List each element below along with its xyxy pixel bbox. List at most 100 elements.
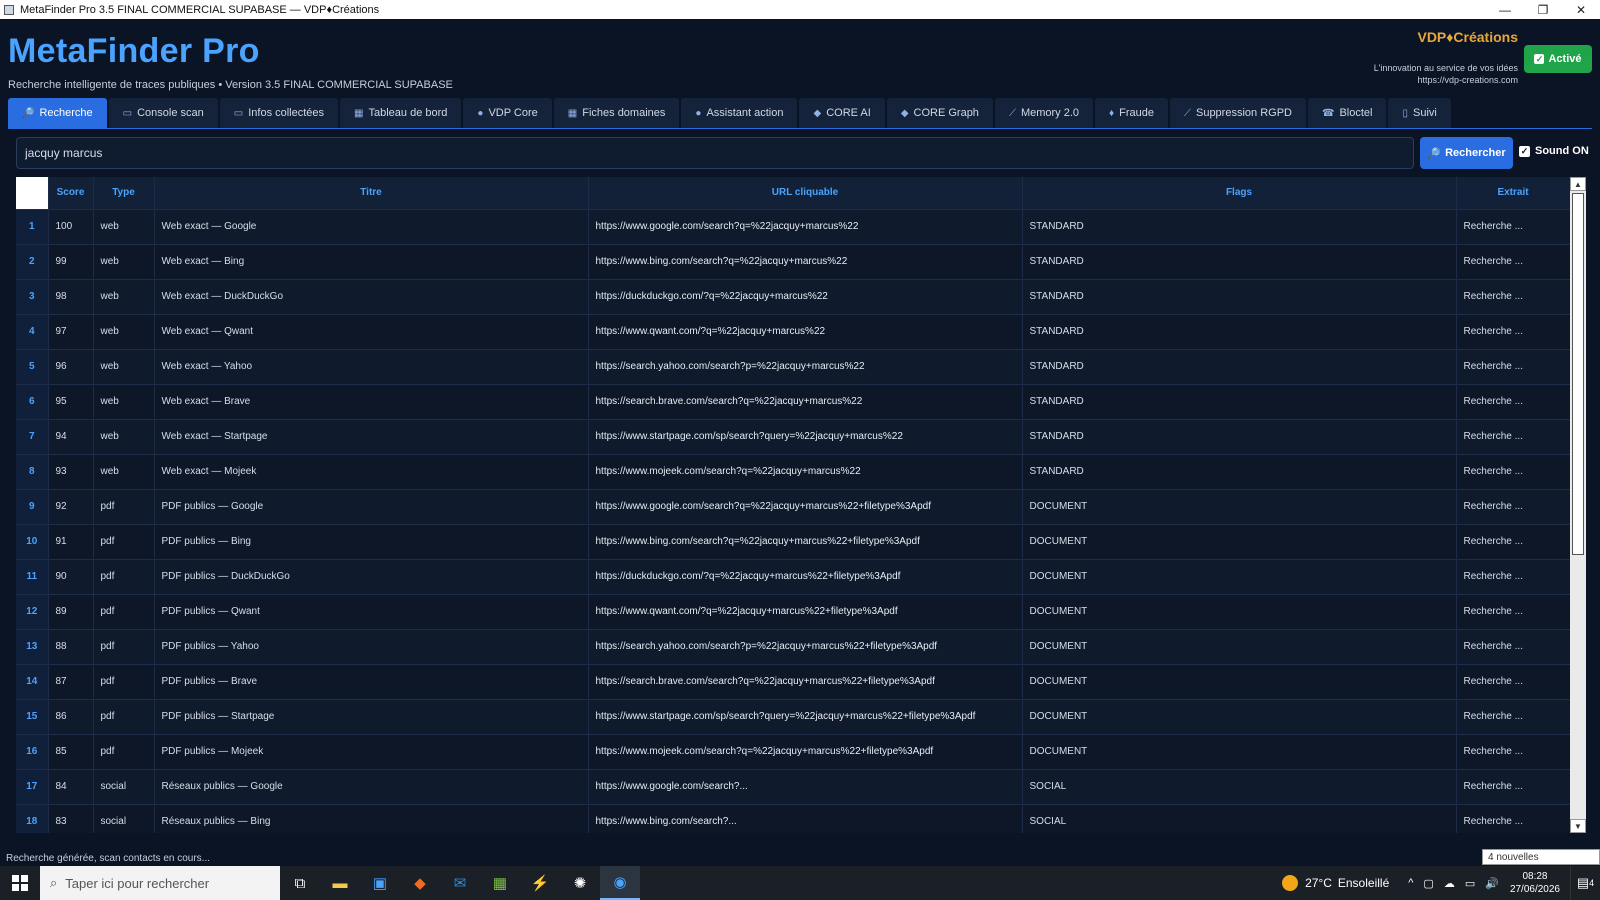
table-row[interactable]: 5 96 web Web exact — Yahoo https://search.ya… xyxy=(16,349,1571,384)
column-header-flags[interactable]: Flags xyxy=(1022,177,1457,209)
table-row[interactable]: 7 94 web Web exact — Startpage https://www.s… xyxy=(16,419,1571,454)
taskbar-clock[interactable]: 08:28 27/06/2026 xyxy=(1510,870,1560,896)
table-row[interactable]: 3 98 web Web exact — DuckDuckGo https://duck… xyxy=(16,279,1571,314)
cell-score: 89 xyxy=(48,594,94,629)
table-row[interactable]: 18 83 social Réseaux publics — Bing https://… xyxy=(16,804,1571,833)
scroll-up-arrow-icon[interactable]: ▲ xyxy=(1570,177,1586,191)
tab-core-graph[interactable]: ◆ CORE Graph xyxy=(886,98,993,128)
table-row[interactable]: 9 92 pdf PDF publics — Google https://www.go… xyxy=(16,489,1571,524)
notification-toast[interactable]: 4 nouvelles notifications xyxy=(1482,849,1600,879)
start-button[interactable] xyxy=(0,866,40,900)
active-status-badge[interactable]: ✓ Activé xyxy=(1524,45,1592,73)
cell-type: web xyxy=(93,279,155,314)
tab-fiches-domaines[interactable]: ▦ Fiches domaines xyxy=(553,98,680,128)
sound-toggle[interactable]: ✓ Sound ON xyxy=(1519,145,1589,157)
cell-url-link[interactable]: https://www.qwant.com/?q=%22jacquy+marcu… xyxy=(588,594,1023,629)
weather-temperature[interactable]: 27°C xyxy=(1305,876,1332,890)
tab-core-ai[interactable]: ◆ CORE AI xyxy=(799,98,885,128)
scrollbar-thumb[interactable] xyxy=(1572,193,1584,555)
cell-url-link[interactable]: https://search.yahoo.com/search?p=%22jac… xyxy=(588,349,1023,384)
maximize-button[interactable]: ❐ xyxy=(1524,0,1562,19)
search-button[interactable]: 🔎 Rechercher xyxy=(1420,137,1513,169)
power-automate-icon[interactable]: ⚡ xyxy=(520,866,560,900)
tab-assistant-action[interactable]: ● Assistant action xyxy=(681,98,798,128)
cell-url-link[interactable]: https://search.brave.com/search?q=%22jac… xyxy=(588,664,1023,699)
table-corner-cell[interactable] xyxy=(16,177,49,209)
cell-url-link[interactable]: https://www.qwant.com/?q=%22jacquy+marcu… xyxy=(588,314,1023,349)
volume-icon[interactable]: 🔊 xyxy=(1485,877,1499,890)
cell-url-link[interactable]: https://search.brave.com/search?q=%22jac… xyxy=(588,384,1023,419)
cloud-icon[interactable]: ☁ xyxy=(1444,877,1455,890)
column-header-url[interactable]: URL cliquable xyxy=(588,177,1023,209)
photos-icon[interactable]: ▦ xyxy=(480,866,520,900)
task-view-icon[interactable]: ⧉ xyxy=(280,866,320,900)
minimize-button[interactable]: — xyxy=(1486,0,1524,19)
device-icon[interactable]: ▢ xyxy=(1423,877,1433,890)
cell-url-link[interactable]: https://www.google.com/search?... xyxy=(588,769,1023,804)
app-subtitle: Recherche intelligente de traces publiqu… xyxy=(8,79,453,91)
table-row[interactable]: 14 87 pdf PDF publics — Brave https://search… xyxy=(16,664,1571,699)
table-row[interactable]: 12 89 pdf PDF publics — Qwant https://www.qw… xyxy=(16,594,1571,629)
cell-url-link[interactable]: https://search.yahoo.com/search?p=%22jac… xyxy=(588,629,1023,664)
tab-console-scan[interactable]: ▭ Console scan xyxy=(108,98,218,128)
table-row[interactable]: 6 95 web Web exact — Brave https://search.br… xyxy=(16,384,1571,419)
cell-url-link[interactable]: https://www.bing.com/search?... xyxy=(588,804,1023,833)
cell-url-link[interactable]: https://www.google.com/search?q=%22jacqu… xyxy=(588,489,1023,524)
scroll-down-arrow-icon[interactable]: ▼ xyxy=(1570,819,1586,833)
cell-type: web xyxy=(93,454,155,489)
sound-checkbox[interactable]: ✓ xyxy=(1519,145,1530,157)
metafinder-taskbar-icon[interactable]: ◉ xyxy=(600,866,640,900)
cell-title: Web exact — Google xyxy=(154,209,589,244)
table-row[interactable]: 8 93 web Web exact — Mojeek https://www.moje… xyxy=(16,454,1571,489)
column-header-title[interactable]: Titre xyxy=(154,177,589,209)
cell-url-link[interactable]: https://www.startpage.com/sp/search?quer… xyxy=(588,699,1023,734)
table-vertical-scrollbar[interactable]: ▲ ▼ xyxy=(1570,177,1586,833)
cell-flag: SOCIAL xyxy=(1022,804,1457,833)
chatgpt-icon[interactable]: ✺ xyxy=(560,866,600,900)
network-icon[interactable]: ▭ xyxy=(1465,877,1475,890)
cell-url-link[interactable]: https://www.bing.com/search?q=%22jacquy+… xyxy=(588,524,1023,559)
tab-vdp-core[interactable]: ● VDP Core xyxy=(463,98,552,128)
cell-url-link[interactable]: https://www.mojeek.com/search?q=%22jacqu… xyxy=(588,734,1023,769)
tab-bloctel[interactable]: ☎ Bloctel xyxy=(1307,98,1387,128)
brand-url[interactable]: https://vdp-creations.com xyxy=(1417,75,1518,85)
cell-url-link[interactable]: https://www.bing.com/search?q=%22jacquy+… xyxy=(588,244,1023,279)
tab-fraude[interactable]: ♦ Fraude xyxy=(1095,98,1168,128)
chevron-up-icon[interactable]: ^ xyxy=(1408,877,1413,889)
taskbar-search-box[interactable]: ⌕ Taper ici pour rechercher xyxy=(40,866,280,900)
table-row[interactable]: 2 99 web Web exact — Bing https://www.bing.c… xyxy=(16,244,1571,279)
table-row[interactable]: 10 91 pdf PDF publics — Bing https://www.bin… xyxy=(16,524,1571,559)
file-explorer-icon[interactable]: ▬ xyxy=(320,866,360,900)
tab-suppression-rgpd[interactable]: ⟋ Suppression RGPD xyxy=(1169,98,1306,128)
weather-description[interactable]: Ensoleillé xyxy=(1338,876,1389,890)
store-icon[interactable]: ▣ xyxy=(360,866,400,900)
tab-tableau-de-bord[interactable]: ▦ Tableau de bord xyxy=(340,98,462,128)
column-header-score[interactable]: Score xyxy=(48,177,94,209)
close-button[interactable]: ✕ xyxy=(1562,0,1600,19)
table-row[interactable]: 11 90 pdf PDF publics — DuckDuckGo https://d… xyxy=(16,559,1571,594)
table-row[interactable]: 16 85 pdf PDF publics — Mojeek https://www.m… xyxy=(16,734,1571,769)
cell-url-link[interactable]: https://www.google.com/search?q=%22jacqu… xyxy=(588,209,1023,244)
notification-center-button[interactable]: ▤ 4 xyxy=(1570,866,1600,900)
brave-browser-icon[interactable]: ◆ xyxy=(400,866,440,900)
cell-url-link[interactable]: https://duckduckgo.com/?q=%22jacquy+marc… xyxy=(588,279,1023,314)
cell-url-link[interactable]: https://duckduckgo.com/?q=%22jacquy+marc… xyxy=(588,559,1023,594)
tab-suivi[interactable]: ▯ Suivi xyxy=(1388,98,1451,128)
cell-url-link[interactable]: https://www.startpage.com/sp/search?quer… xyxy=(588,419,1023,454)
outlook-icon[interactable]: ✉ xyxy=(440,866,480,900)
table-row[interactable]: 15 86 pdf PDF publics — Startpage https://ww… xyxy=(16,699,1571,734)
cell-url-link[interactable]: https://www.mojeek.com/search?q=%22jacqu… xyxy=(588,454,1023,489)
table-row[interactable]: 13 88 pdf PDF publics — Yahoo https://search… xyxy=(16,629,1571,664)
table-row[interactable]: 1 100 web Web exact — Google https://www.goo… xyxy=(16,209,1571,244)
column-header-type[interactable]: Type xyxy=(93,177,155,209)
tab-infos-collectees[interactable]: ▭ Infos collectées xyxy=(219,98,339,128)
cell-score: 97 xyxy=(48,314,94,349)
tab-label: Console scan xyxy=(137,107,204,119)
tab-memory[interactable]: ⟋ Memory 2.0 xyxy=(994,98,1094,128)
table-row[interactable]: 4 97 web Web exact — Qwant https://www.qwant… xyxy=(16,314,1571,349)
search-input[interactable] xyxy=(16,137,1414,169)
column-header-excerpt[interactable]: Extrait xyxy=(1456,177,1571,209)
table-row[interactable]: 17 84 social Réseaux publics — Google https:… xyxy=(16,769,1571,804)
tab-recherche[interactable]: 🔎 Recherche xyxy=(8,98,107,128)
row-number: 3 xyxy=(16,279,49,314)
